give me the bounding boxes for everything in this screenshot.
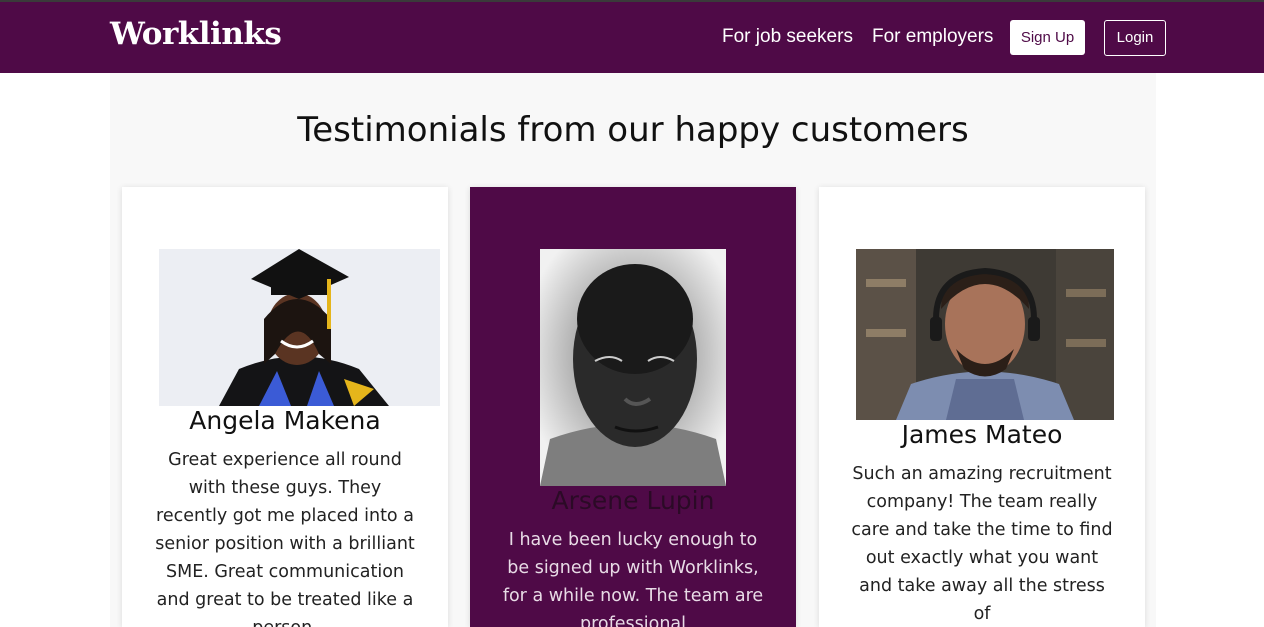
nav-link-job-seekers[interactable]: For job seekers [722, 26, 853, 48]
login-button[interactable]: Login [1104, 20, 1166, 56]
customer-name: James Mateo [901, 420, 1063, 449]
testimonial-card-featured: Arsene Lupin I have been lucky enough to… [470, 187, 796, 627]
sign-up-button[interactable]: Sign Up [1010, 20, 1085, 55]
customer-photo [159, 249, 440, 406]
testimonial-quote: Great experience all round with these gu… [155, 450, 415, 627]
brand-logo[interactable]: Worklinks [110, 16, 282, 52]
customer-photo [540, 249, 726, 486]
testimonial-quote: Such an amazing recruitment company! The… [851, 464, 1113, 624]
testimonial-card: Angela Makena Great experience all round… [122, 187, 448, 627]
nav-link-employers[interactable]: For employers [872, 26, 993, 48]
customer-name: Angela Makena [189, 406, 381, 435]
navbar: Worklinks For job seekers For employers … [0, 2, 1264, 73]
customer-photo [856, 249, 1114, 420]
customer-name: Arsene Lupin [551, 486, 715, 515]
section-title: Testimonials from our happy customers [297, 110, 969, 150]
testimonial-quote: I have been lucky enough to be signed up… [502, 530, 764, 627]
testimonial-card: James Mateo Such an amazing recruitment … [819, 187, 1145, 627]
